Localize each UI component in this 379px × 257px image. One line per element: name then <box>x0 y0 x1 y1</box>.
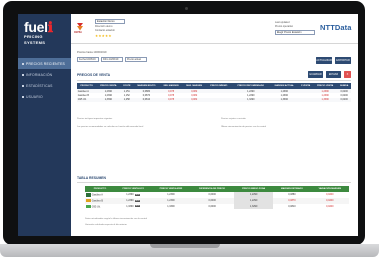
table-cell: 1,3390 NEW <box>126 204 141 208</box>
table-row[interactable]: G95 Ult. 1,3390 1,258 0,0810 0,078 0,082… <box>77 97 351 103</box>
divider <box>77 182 351 183</box>
fuel-brand-name: CEPSA <box>74 32 82 34</box>
bullet-icon <box>22 73 24 76</box>
table-cell: 1,3390 <box>270 97 299 103</box>
table-cell: 1,3390 <box>167 204 175 208</box>
main-content: CEPSA Estación Demo Dirección demo Conta… <box>71 14 358 236</box>
table-cell: 1,3290 <box>234 203 274 210</box>
note-text: Precios sujetos a revisión <box>221 118 246 120</box>
sidebar-nav: PRECIOS RECIENTES INFORMACIÓN ESTADÍSTIC… <box>18 58 71 102</box>
reset-button[interactable]: X <box>344 71 351 78</box>
sidebar-item-usuario[interactable]: USUARIO <box>18 91 71 102</box>
bullet-icon <box>22 62 24 65</box>
filter-date[interactable]: Fecha 10/06/19 <box>77 57 99 62</box>
table-cell <box>206 97 232 103</box>
summary-table: PRODUCTO PRECIO VENTA HOY PRECIO VENTA A… <box>85 186 349 210</box>
rating-stars: ★★★★★ <box>95 34 112 38</box>
prices-section-title: PRECIOS DE VENTA <box>77 73 111 77</box>
app-logo: fuelℹ PRICING SYSTEMS <box>24 19 53 45</box>
footnote-text: Variación calculada respecto al día ante… <box>85 224 127 226</box>
station-select[interactable]: Estación Demo <box>95 19 125 24</box>
fuel-color-chip <box>85 198 91 203</box>
prices-table: PRODUCTO PRECIO VENTA COSTE MARGEN BRUTO… <box>77 83 351 103</box>
laptop-notch <box>150 244 220 248</box>
refresh-button[interactable]: ACTUALIZAR <box>316 57 332 64</box>
table-cell: 1,3390 <box>312 97 338 103</box>
product-cell: G95 Ult. <box>85 204 115 210</box>
table-cell <box>298 97 313 103</box>
app-screen: fuelℹ PRICING SYSTEMS PRECIOS RECIENTES … <box>18 14 358 236</box>
sidebar-item-precios[interactable]: PRECIOS RECIENTES <box>18 58 71 69</box>
fuel-brand-logo-icon <box>77 23 83 31</box>
table-cell: G95 Ult. <box>77 97 97 103</box>
filter-current[interactable]: Precio actual <box>125 57 147 62</box>
status-badge: NEW <box>134 199 141 202</box>
divider <box>77 80 351 81</box>
logo-wordmark: fuelℹ <box>24 19 53 35</box>
price-mode-select[interactable]: Elegir Precio Estación <box>275 30 315 35</box>
table-cell: 1,3390 <box>96 97 121 103</box>
fuel-color-chip <box>85 193 91 197</box>
partner-logo: NTTData <box>320 23 352 32</box>
laptop-base <box>0 244 379 257</box>
sidebar-item-informacion[interactable]: INFORMACIÓN <box>18 69 71 80</box>
date-range-text: Precios hasta 10/06/2019 <box>77 51 107 54</box>
table-cell: 0,0200 <box>326 204 334 208</box>
table-cell: 0,0000 <box>208 204 216 208</box>
sidebar-item-estadisticas[interactable]: ESTADÍSTICAS <box>18 80 71 91</box>
table-cell: 0,082 <box>182 97 207 103</box>
table-cell: 0,0810 <box>132 97 160 103</box>
laptop-bezel: fuelℹ PRICING SYSTEMS PRECIOS RECIENTES … <box>3 1 365 245</box>
send-button[interactable]: ENVIAR <box>326 71 341 78</box>
note-text: Última sincronización de precios con la … <box>221 126 266 128</box>
logo-subtitle-2: SYSTEMS <box>24 39 46 45</box>
note-text: Los precios recomendados se calculan en … <box>77 126 144 128</box>
export-button[interactable]: EXPORTAR <box>335 57 351 64</box>
table-row[interactable]: G95 Ult. 1,3390 NEW 1,3390 0,0000 1,3290 … <box>85 203 349 210</box>
table-cell: 0,0200 <box>337 97 351 103</box>
camera-icon <box>185 7 188 10</box>
bullet-icon <box>22 84 24 87</box>
top-bar: CEPSA Estación Demo Dirección demo Conta… <box>71 14 358 44</box>
logo-subtitle-1: PRICING <box>24 34 43 39</box>
price-mode-label: Precio operativo <box>275 24 294 28</box>
sidebar: fuelℹ PRICING SYSTEMS PRECIOS RECIENTES … <box>18 14 71 236</box>
filter-range[interactable]: Filtro 10/06/19 <box>101 57 123 62</box>
table-cell: 1,258 <box>120 97 133 103</box>
note-text: Precios incluyen impuestos vigentes <box>77 118 113 120</box>
fuel-color-chip <box>85 204 91 209</box>
station-contact: Contacto estación <box>95 28 116 32</box>
status-badge: NEW <box>134 205 141 208</box>
status-badge: NEW <box>134 193 141 196</box>
table-cell: 1,3290 <box>231 97 271 103</box>
save-button[interactable]: GUARDAR <box>308 71 323 78</box>
footnote-text: Datos actualizados según la última sincr… <box>85 218 147 220</box>
table-cell: 0,0810 <box>288 204 296 208</box>
table-cell: 0,078 <box>159 97 183 103</box>
bullet-icon <box>22 95 24 98</box>
summary-section-title: TABLA RESUMEN <box>77 176 107 180</box>
